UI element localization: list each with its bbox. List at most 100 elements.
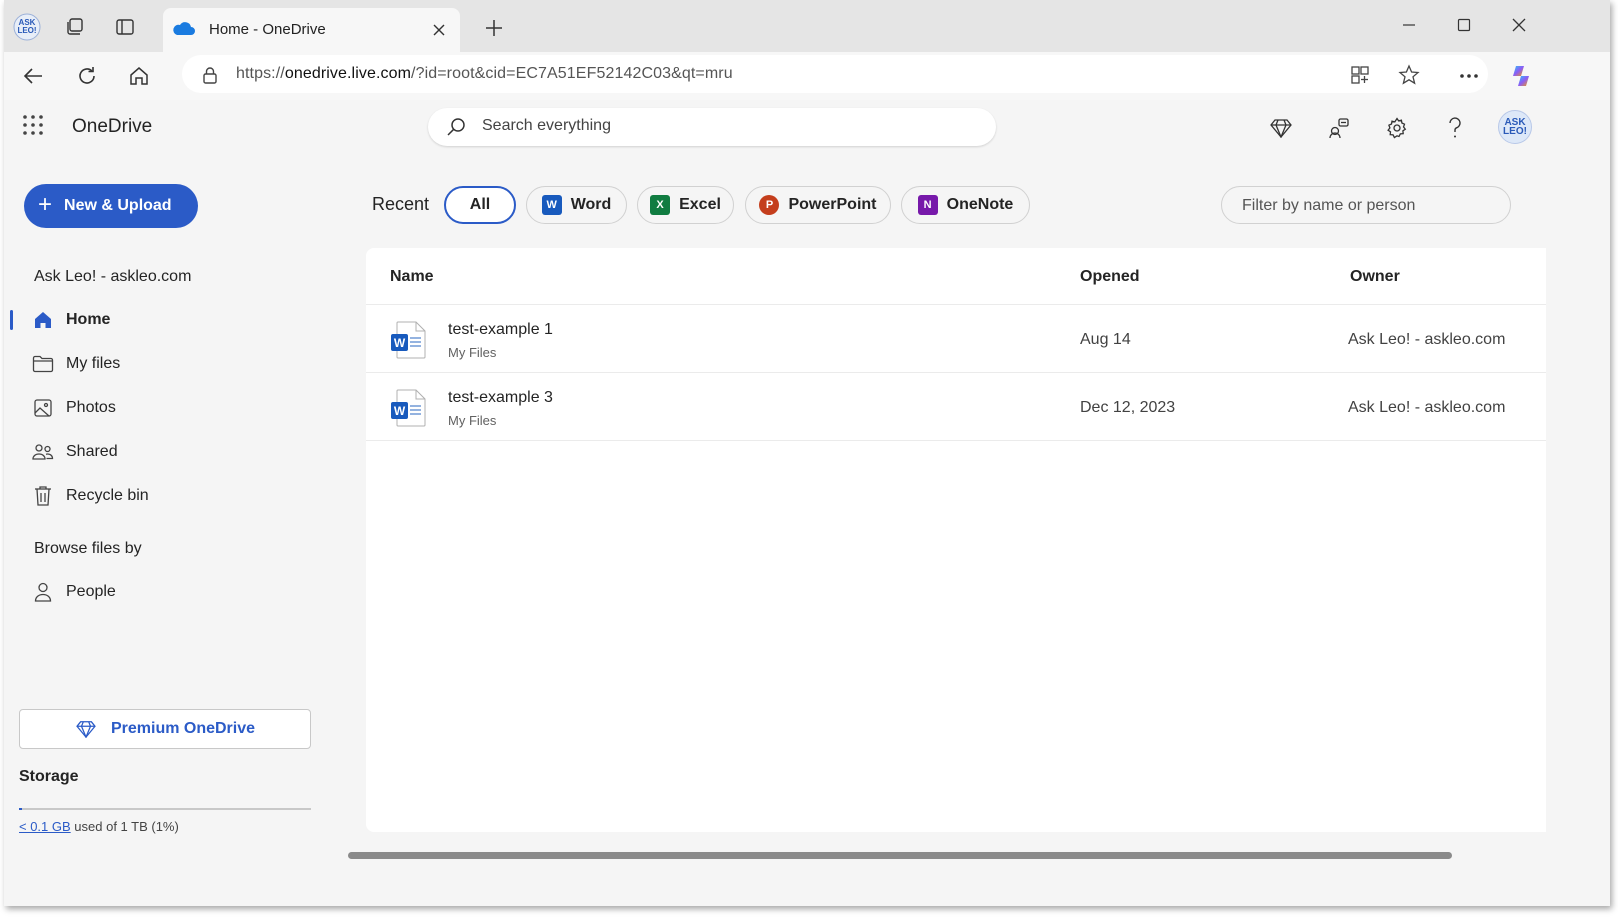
svg-text:W: W bbox=[394, 336, 406, 350]
app-name[interactable]: OneDrive bbox=[72, 116, 152, 138]
more-options-icon[interactable] bbox=[1452, 59, 1486, 93]
settings-gear-icon[interactable] bbox=[1381, 112, 1413, 144]
filter-pill-onenote[interactable]: N OneNote bbox=[901, 186, 1030, 224]
pill-label: OneNote bbox=[946, 196, 1014, 213]
file-location: My Files bbox=[448, 345, 497, 360]
folder-icon bbox=[32, 353, 54, 375]
powerpoint-icon: P bbox=[759, 195, 780, 215]
sidebar-item-home[interactable]: Home bbox=[32, 302, 332, 338]
storage-progress-fill bbox=[19, 808, 22, 810]
pill-label: PowerPoint bbox=[788, 196, 877, 213]
filter-pill-word[interactable]: W Word bbox=[526, 186, 627, 224]
copilot-icon[interactable] bbox=[1504, 59, 1538, 93]
sidebar-item-label: My files bbox=[66, 355, 121, 372]
trash-icon bbox=[32, 485, 54, 507]
svg-text:LEO!: LEO! bbox=[17, 26, 36, 35]
photos-icon bbox=[32, 397, 54, 419]
sidebar-item-label: Shared bbox=[66, 443, 118, 460]
recent-heading: Recent bbox=[372, 194, 430, 214]
browser-window: ASK LEO! Home - OneDrive https://onedriv… bbox=[4, 0, 1610, 906]
pill-label: Word bbox=[570, 196, 612, 213]
storage-rest: used of 1 TB (1%) bbox=[70, 819, 179, 834]
file-opened: Dec 12, 2023 bbox=[1080, 399, 1176, 416]
workspaces-icon[interactable] bbox=[58, 10, 92, 44]
sidebar-item-shared[interactable]: Shared bbox=[32, 434, 332, 470]
close-tab-icon[interactable] bbox=[428, 19, 450, 41]
sidebar-item-photos[interactable]: Photos bbox=[32, 390, 332, 426]
storage-used-link[interactable]: < 0.1 GB bbox=[19, 819, 71, 834]
account-name: Ask Leo! - askleo.com bbox=[34, 268, 192, 285]
search-box[interactable] bbox=[428, 108, 996, 146]
help-icon[interactable] bbox=[1439, 112, 1471, 144]
storage-heading: Storage bbox=[19, 768, 79, 785]
people-icon bbox=[32, 441, 54, 463]
lock-icon[interactable] bbox=[196, 61, 224, 89]
filter-box[interactable] bbox=[1221, 186, 1511, 224]
search-input[interactable] bbox=[480, 116, 964, 136]
tab-onedrive[interactable]: Home - OneDrive bbox=[163, 8, 460, 52]
new-tab-icon[interactable] bbox=[478, 12, 510, 44]
home-browser-icon[interactable] bbox=[122, 59, 156, 93]
file-name[interactable]: test-example 1 bbox=[448, 321, 553, 339]
close-window-icon[interactable] bbox=[1496, 8, 1542, 42]
favorite-star-icon[interactable] bbox=[1395, 61, 1423, 89]
sidebar-item-my-files[interactable]: My files bbox=[32, 346, 332, 382]
file-list: Name Opened Owner W test-example 1 My Fi… bbox=[366, 248, 1546, 832]
sidebar-item-label: Recycle bin bbox=[66, 487, 149, 504]
onenote-icon: N bbox=[917, 195, 938, 215]
onedrive-app: OneDrive ASK LEO! + New & Upload Ask Leo… bbox=[4, 100, 1610, 906]
tab-title: Home - OneDrive bbox=[209, 21, 326, 38]
address-bar[interactable]: https://onedrive.live.com/?id=root&cid=E… bbox=[182, 55, 1488, 93]
url-prefix: https:// bbox=[236, 65, 285, 82]
filter-pill-powerpoint[interactable]: P PowerPoint bbox=[745, 186, 891, 224]
sidebar-item-recycle-bin[interactable]: Recycle bin bbox=[32, 478, 332, 514]
horizontal-scrollbar[interactable] bbox=[348, 852, 1452, 859]
url-path: /?id=root&cid=EC7A51EF52142C03&qt=mru bbox=[411, 65, 733, 82]
column-header-name[interactable]: Name bbox=[390, 268, 434, 286]
premium-diamond-icon[interactable] bbox=[1265, 112, 1297, 144]
column-header-owner[interactable]: Owner bbox=[1350, 268, 1400, 286]
filter-input[interactable] bbox=[1240, 196, 1494, 216]
storage-summary: < 0.1 GB used of 1 TB (1%) bbox=[19, 819, 179, 834]
url-text[interactable]: https://onedrive.live.com/?id=root&cid=E… bbox=[236, 65, 733, 83]
new-upload-button[interactable]: + New & Upload bbox=[24, 184, 198, 228]
row-divider bbox=[366, 440, 1546, 441]
plus-icon: + bbox=[38, 190, 53, 218]
svg-text:W: W bbox=[394, 404, 406, 418]
premium-onedrive-button[interactable]: Premium OneDrive bbox=[19, 709, 311, 749]
file-opened: Aug 14 bbox=[1080, 331, 1131, 348]
feedback-icon[interactable] bbox=[1323, 112, 1355, 144]
person-icon bbox=[32, 581, 54, 603]
home-icon bbox=[32, 309, 54, 331]
file-name[interactable]: test-example 3 bbox=[448, 389, 553, 407]
file-owner: Ask Leo! - askleo.com bbox=[1348, 331, 1506, 348]
sidebar-item-label: Photos bbox=[66, 399, 116, 416]
browse-heading: Browse files by bbox=[34, 540, 142, 557]
filter-pill-all[interactable]: All bbox=[444, 186, 516, 224]
tab-actions-icon[interactable] bbox=[108, 10, 142, 44]
word-document-icon: W bbox=[390, 389, 426, 427]
new-upload-label: New & Upload bbox=[64, 197, 172, 214]
minimize-icon[interactable] bbox=[1386, 8, 1432, 42]
account-avatar[interactable]: ASK LEO! bbox=[1498, 110, 1532, 144]
pill-label: Excel bbox=[679, 196, 721, 213]
back-arrow-icon[interactable] bbox=[16, 59, 50, 93]
search-icon bbox=[446, 117, 466, 142]
onedrive-cloud-icon bbox=[171, 20, 195, 41]
table-row[interactable]: W test-example 1 My Files Aug 14 Ask Leo… bbox=[366, 305, 1546, 372]
excel-icon: X bbox=[650, 195, 671, 215]
sidebar-item-people[interactable]: People bbox=[32, 574, 332, 610]
refresh-icon[interactable] bbox=[70, 59, 104, 93]
table-row[interactable]: W test-example 3 My Files Dec 12, 2023 A… bbox=[366, 373, 1546, 440]
storage-progress-bar bbox=[19, 808, 311, 810]
column-header-opened[interactable]: Opened bbox=[1080, 268, 1140, 286]
filter-pill-excel[interactable]: X Excel bbox=[637, 186, 734, 224]
profile-icon[interactable]: ASK LEO! bbox=[10, 10, 44, 44]
maximize-icon[interactable] bbox=[1441, 8, 1487, 42]
pill-label: All bbox=[469, 196, 491, 213]
app-launcher-icon[interactable] bbox=[22, 114, 50, 142]
title-bar: ASK LEO! Home - OneDrive bbox=[4, 0, 1610, 52]
file-location: My Files bbox=[448, 413, 497, 428]
url-host: onedrive.live.com bbox=[284, 65, 412, 82]
app-available-icon[interactable] bbox=[1346, 61, 1374, 89]
